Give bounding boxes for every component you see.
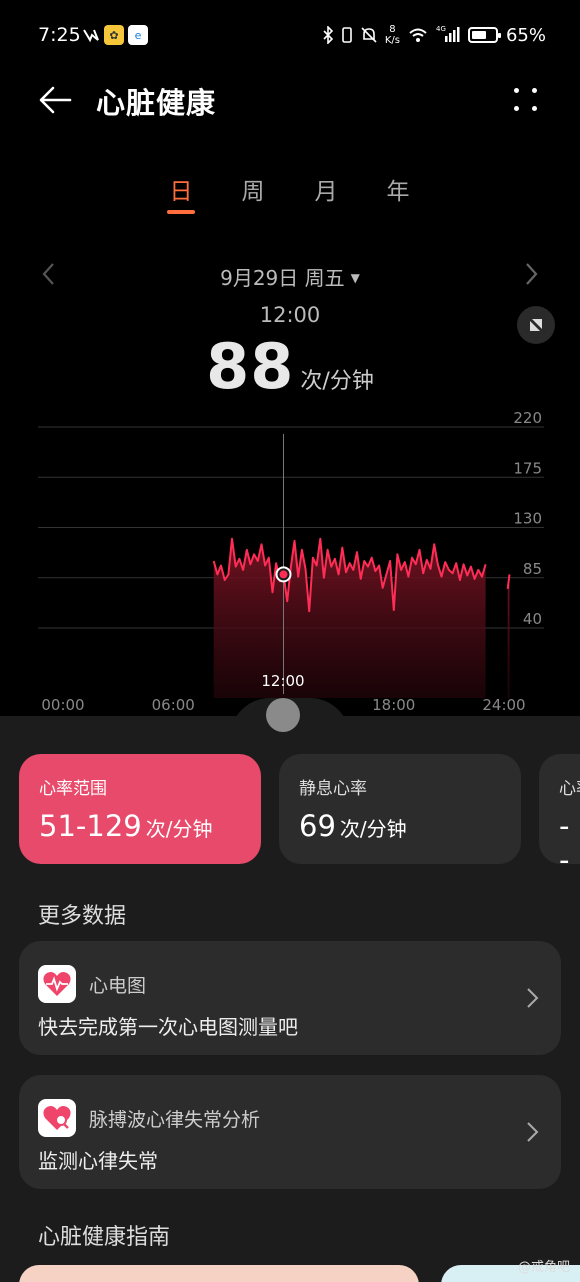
tab-month[interactable]: 月 bbox=[306, 172, 346, 206]
tab-label: 日 bbox=[169, 179, 193, 205]
battery-percent: 65% bbox=[505, 24, 546, 46]
bottom-sheet: 心率范围 51-129次/分钟 静息心率 69次/分钟 心率 -- 更多数据 心… bbox=[0, 698, 580, 1282]
y-tick-label: 130 bbox=[513, 510, 542, 528]
status-right: 8 K/s 4G 65% bbox=[323, 24, 546, 46]
caret-down-icon: ▼ bbox=[350, 271, 360, 285]
date-text: 9月29日 周五 bbox=[220, 266, 345, 290]
tab-active-indicator bbox=[167, 210, 195, 214]
more-data-title: 更多数据 bbox=[38, 904, 127, 929]
stat-unit: 次/分钟 bbox=[145, 817, 213, 841]
x-tick-label: 06:00 bbox=[152, 696, 195, 714]
x-tick-label: 18:00 bbox=[372, 696, 415, 714]
bluetooth-icon bbox=[323, 26, 333, 44]
watermark: @戒角吧 bbox=[517, 1260, 570, 1275]
heart-search-icon bbox=[38, 1099, 76, 1137]
y-tick-label: 85 bbox=[523, 560, 542, 578]
tab-label: 年 bbox=[386, 179, 410, 205]
tab-week[interactable]: 周 bbox=[233, 172, 273, 206]
page-title: 心脏健康 bbox=[96, 86, 217, 120]
tab-label: 月 bbox=[314, 179, 338, 205]
x-tick-label: 24:00 bbox=[482, 696, 525, 714]
resting-heart-rate-card[interactable]: 静息心率 69 次/分钟 bbox=[279, 754, 521, 864]
stat-value: 69 次/分钟 bbox=[299, 809, 501, 843]
date-picker[interactable]: 9月29日 周五 ▼ bbox=[0, 262, 580, 291]
telecom-app-icon: e bbox=[128, 25, 148, 45]
stat-value-number: 69 bbox=[299, 809, 336, 843]
battery-icon bbox=[467, 27, 501, 43]
timeline-scrubber-handle[interactable] bbox=[266, 698, 300, 732]
chevron-right-icon bbox=[526, 263, 538, 285]
stat-value: -- bbox=[559, 809, 570, 864]
selected-time: 12:00 bbox=[259, 303, 321, 327]
hw-app-icon bbox=[83, 29, 99, 43]
heart-ecg-icon bbox=[38, 965, 76, 1003]
header: 心脏健康 bbox=[0, 72, 580, 128]
yellow-app-icon: ✿ bbox=[104, 25, 124, 45]
selection-point bbox=[279, 570, 288, 579]
back-button[interactable] bbox=[38, 82, 78, 118]
ppg-subtitle: 监测心律失常 bbox=[38, 1149, 158, 1173]
mute-bell-icon bbox=[361, 27, 377, 43]
stat-value-number: 51-129 bbox=[39, 809, 142, 843]
net-speed-unit: K/s bbox=[384, 35, 400, 46]
net-speed-value: 8 bbox=[389, 24, 396, 35]
period-tabs: 日 周 月 年 bbox=[0, 172, 580, 218]
stat-value: 51-129 次/分钟 bbox=[39, 809, 241, 843]
stat-label: 心率 bbox=[559, 779, 580, 799]
ppg-arrhythmia-card[interactable]: 脉搏波心律失常分析 监测心律失常 bbox=[19, 1075, 561, 1189]
status-time: 7:25 bbox=[38, 24, 81, 46]
guide-card[interactable] bbox=[19, 1265, 419, 1282]
dot-icon bbox=[532, 88, 537, 93]
ecg-subtitle: 快去完成第一次心电图测量吧 bbox=[38, 1015, 298, 1039]
dot-icon bbox=[514, 88, 519, 93]
dot-icon bbox=[514, 106, 519, 111]
third-stat-card[interactable]: 心率 -- bbox=[539, 754, 580, 864]
wifi-icon bbox=[409, 28, 427, 42]
stat-label: 静息心率 bbox=[299, 779, 367, 799]
stat-unit: 次/分钟 bbox=[339, 817, 407, 841]
tab-day[interactable]: 日 bbox=[161, 172, 201, 214]
tab-year[interactable]: 年 bbox=[378, 172, 418, 206]
dot-icon bbox=[532, 106, 537, 111]
selected-reading: 88 次/分钟 bbox=[0, 330, 580, 403]
landscape-view-button[interactable] bbox=[517, 306, 555, 344]
arrow-left-icon bbox=[39, 86, 72, 114]
vibrate-icon bbox=[342, 27, 352, 43]
timeline-time-label: 12:00 bbox=[261, 672, 305, 690]
ppg-title: 脉搏波心律失常分析 bbox=[89, 1109, 261, 1131]
cell-signal-icon: 4G bbox=[436, 25, 460, 44]
more-options-button[interactable] bbox=[510, 84, 542, 116]
net-speed: 8 K/s bbox=[385, 24, 400, 46]
y-tick-label: 175 bbox=[513, 459, 542, 477]
selected-unit: 次/分钟 bbox=[300, 369, 374, 394]
heart-health-guide-title: 心脏健康指南 bbox=[38, 1225, 171, 1250]
x-tick-label: 00:00 bbox=[41, 696, 84, 714]
chevron-right-icon bbox=[527, 1122, 539, 1142]
heart-rate-area bbox=[507, 574, 510, 698]
date-navigator: 9月29日 周五 ▼ bbox=[0, 260, 580, 294]
ecg-card[interactable]: 心电图 快去完成第一次心电图测量吧 bbox=[19, 941, 561, 1055]
heart-rate-range-card[interactable]: 心率范围 51-129 次/分钟 bbox=[19, 754, 261, 864]
y-tick-label: 220 bbox=[513, 409, 542, 427]
expand-icon bbox=[530, 319, 542, 331]
y-tick-label: 40 bbox=[523, 610, 542, 628]
stat-label: 心率范围 bbox=[39, 779, 107, 799]
ecg-title: 心电图 bbox=[89, 975, 147, 997]
chevron-right-icon bbox=[527, 988, 539, 1008]
tab-label: 周 bbox=[241, 179, 265, 205]
next-day-button[interactable] bbox=[518, 262, 546, 292]
selected-heart-rate: 88 bbox=[206, 330, 295, 403]
status-notification-icons: ✿ e bbox=[82, 25, 148, 45]
status-bar: 7:25 ✿ e 8 K/s 4G 65% bbox=[0, 0, 580, 72]
